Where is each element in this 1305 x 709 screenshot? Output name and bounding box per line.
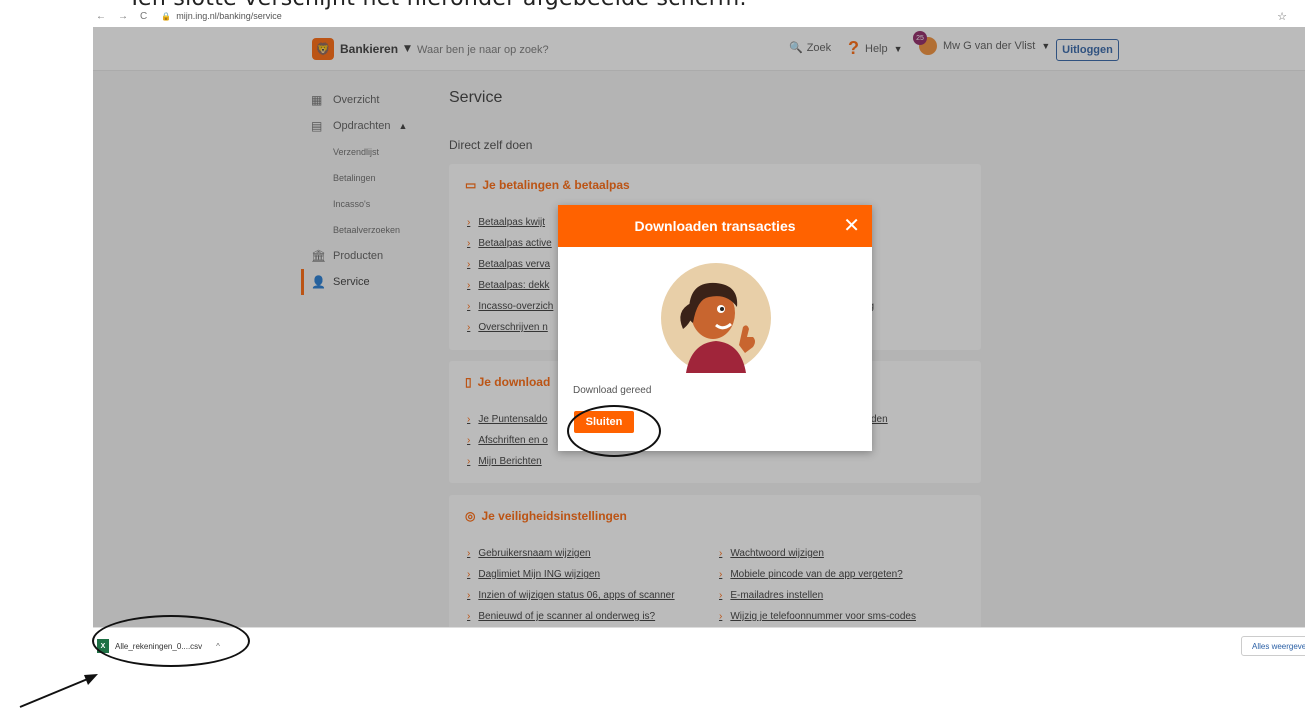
browser-download-bar: X Alle_rekeningen_0....csv ^ Alles weerg… bbox=[93, 627, 1305, 665]
highlight-ellipse bbox=[567, 405, 661, 457]
modal-title: Downloaden transacties bbox=[634, 218, 796, 234]
lock-icon: 🔒 bbox=[161, 11, 172, 21]
woman-thumbs-up-illustration bbox=[661, 263, 771, 373]
address-bar[interactable]: mijn.ing.nl/banking/service bbox=[176, 11, 282, 21]
bookmark-star-icon[interactable]: ☆ bbox=[1277, 10, 1287, 23]
annotation-arrow-icon bbox=[19, 674, 98, 708]
close-icon[interactable]: ✕ bbox=[843, 213, 860, 237]
reload-icon[interactable]: C bbox=[140, 11, 147, 22]
modal-header: Downloaden transacties ✕ bbox=[558, 205, 872, 247]
page-viewport: 🦁 Bankieren ▼ 🔍 Zoek ? Help ▼ 25 Mw G va… bbox=[93, 27, 1305, 627]
browser-toolbar: ← → C 🔒 mijn.ing.nl/banking/service ☆ bbox=[93, 6, 1305, 26]
show-all-downloads-button[interactable]: Alles weergeven bbox=[1241, 636, 1305, 656]
download-status-message: Download gereed bbox=[573, 385, 652, 396]
